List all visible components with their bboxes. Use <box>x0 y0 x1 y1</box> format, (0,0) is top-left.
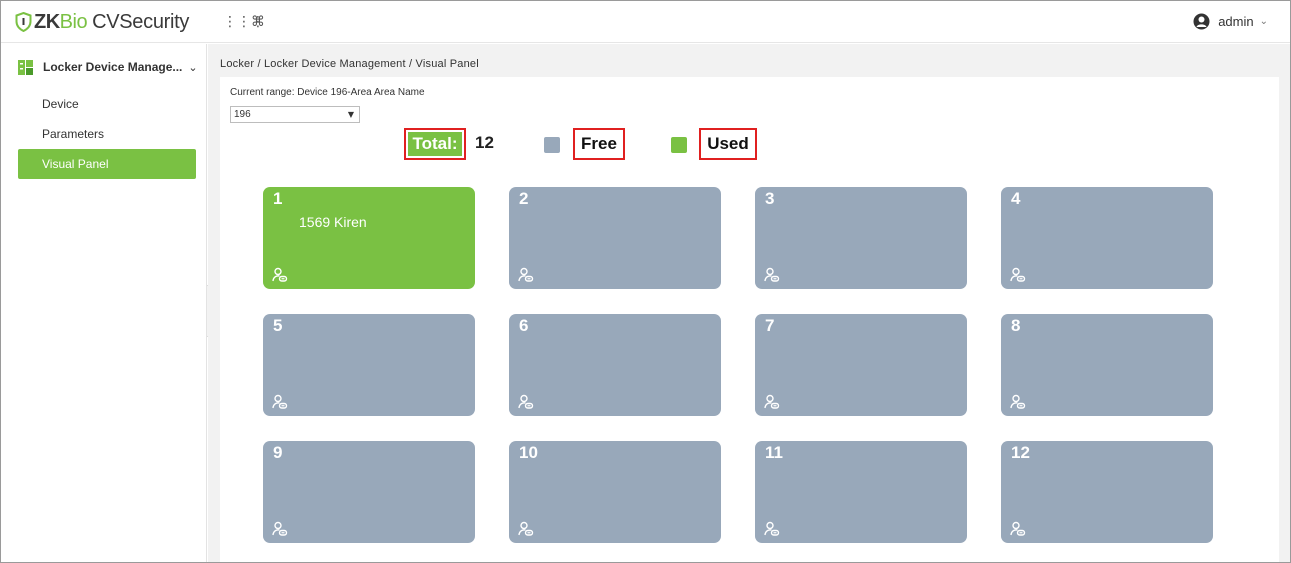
locker-number: 12 <box>1011 443 1030 462</box>
user-bind-icon[interactable] <box>764 521 780 537</box>
locker-card[interactable]: 8 <box>1001 314 1213 416</box>
sidebar: Locker Device Manage... ⌄ Device Paramet… <box>1 44 207 562</box>
locker-grid: 1 1569 Kiren 2 3 4 5 6 7 8 9 10 11 12 <box>263 187 1263 547</box>
locker-number: 9 <box>273 443 283 462</box>
locker-card[interactable]: 9 <box>263 441 475 543</box>
user-bind-icon[interactable] <box>518 394 534 410</box>
logo-product-text: CVSecurity <box>92 10 190 33</box>
user-bind-icon[interactable] <box>764 394 780 410</box>
app-logo[interactable]: ZK Bio CVSecurity <box>15 10 189 34</box>
user-bind-icon[interactable] <box>1010 521 1026 537</box>
user-avatar-icon <box>1193 13 1210 30</box>
module-selector[interactable]: Locker Device Manage... ⌄ <box>1 52 206 82</box>
locker-number: 11 <box>765 443 783 462</box>
legend-total-highlight: Total: <box>404 128 466 160</box>
locker-number: 2 <box>519 189 529 208</box>
user-name: admin <box>1218 14 1254 29</box>
locker-number: 6 <box>519 316 529 335</box>
locker-number: 4 <box>1011 189 1021 208</box>
legend-used-label: Used <box>699 128 757 160</box>
user-bind-icon[interactable] <box>1010 394 1026 410</box>
locker-card[interactable]: 1 1569 Kiren <box>263 187 475 289</box>
locker-card[interactable]: 10 <box>509 441 721 543</box>
app-window: ZK Bio CVSecurity ⋮⋮⋮ ⌘ admin ⌄ Locker D… <box>0 0 1291 563</box>
locker-number: 5 <box>273 316 283 335</box>
chevron-down-icon: ⌄ <box>1259 16 1268 27</box>
user-bind-icon[interactable] <box>764 267 780 283</box>
legend-total-count: 12 <box>475 133 494 152</box>
sidebar-item-parameters[interactable]: Parameters <box>18 119 196 149</box>
locker-card[interactable]: 12 <box>1001 441 1213 543</box>
logo-zk-text: ZK <box>34 10 60 33</box>
dropdown-arrow-icon: ▼ <box>347 110 354 119</box>
locker-card[interactable]: 7 <box>755 314 967 416</box>
device-select-value: 196 <box>234 109 251 120</box>
locker-card[interactable]: 3 <box>755 187 967 289</box>
locker-card[interactable]: 2 <box>509 187 721 289</box>
legend-total-label: Total: <box>408 132 462 156</box>
chevron-down-icon: ⌄ <box>188 60 198 74</box>
locker-number: 7 <box>765 316 775 335</box>
legend-used-swatch <box>671 137 687 153</box>
locker-card[interactable]: 11 <box>755 441 967 543</box>
logo-bio-text: Bio <box>59 10 88 33</box>
user-bind-icon[interactable] <box>518 521 534 537</box>
locker-user: 1569 Kiren <box>299 214 367 230</box>
legend-free-swatch <box>544 137 560 153</box>
breadcrumb: Locker / Locker Device Management / Visu… <box>220 58 479 70</box>
user-bind-icon[interactable] <box>272 521 288 537</box>
shield-logo-icon <box>15 12 32 32</box>
user-bind-icon[interactable] <box>518 267 534 283</box>
main-area: Locker / Locker Device Management / Visu… <box>208 44 1290 562</box>
module-label: Locker Device Manage... <box>43 60 183 74</box>
locker-number: 8 <box>1011 316 1021 335</box>
command-icon[interactable]: ⌘ <box>251 14 265 30</box>
user-bind-icon[interactable] <box>272 267 288 283</box>
locker-card[interactable]: 6 <box>509 314 721 416</box>
locker-card[interactable]: 5 <box>263 314 475 416</box>
locker-number: 1 <box>273 189 283 208</box>
device-select[interactable]: 196 ▼ <box>230 106 360 123</box>
visual-panel: Current range: Device 196-Area Area Name… <box>220 77 1279 562</box>
user-menu[interactable]: admin ⌄ <box>1193 13 1268 30</box>
legend-free-label: Free <box>573 128 625 160</box>
sidebar-item-visual-panel[interactable]: Visual Panel <box>18 149 196 179</box>
user-bind-icon[interactable] <box>1010 267 1026 283</box>
user-bind-icon[interactable] <box>272 394 288 410</box>
current-range-label: Current range: Device 196-Area Area Name <box>230 87 425 98</box>
locker-card[interactable]: 4 <box>1001 187 1213 289</box>
locker-number: 3 <box>765 189 775 208</box>
locker-module-icon <box>18 59 33 75</box>
top-bar: ZK Bio CVSecurity ⋮⋮⋮ ⌘ admin ⌄ <box>1 1 1290 43</box>
locker-number: 10 <box>519 443 538 462</box>
sidebar-item-device[interactable]: Device <box>18 89 196 119</box>
